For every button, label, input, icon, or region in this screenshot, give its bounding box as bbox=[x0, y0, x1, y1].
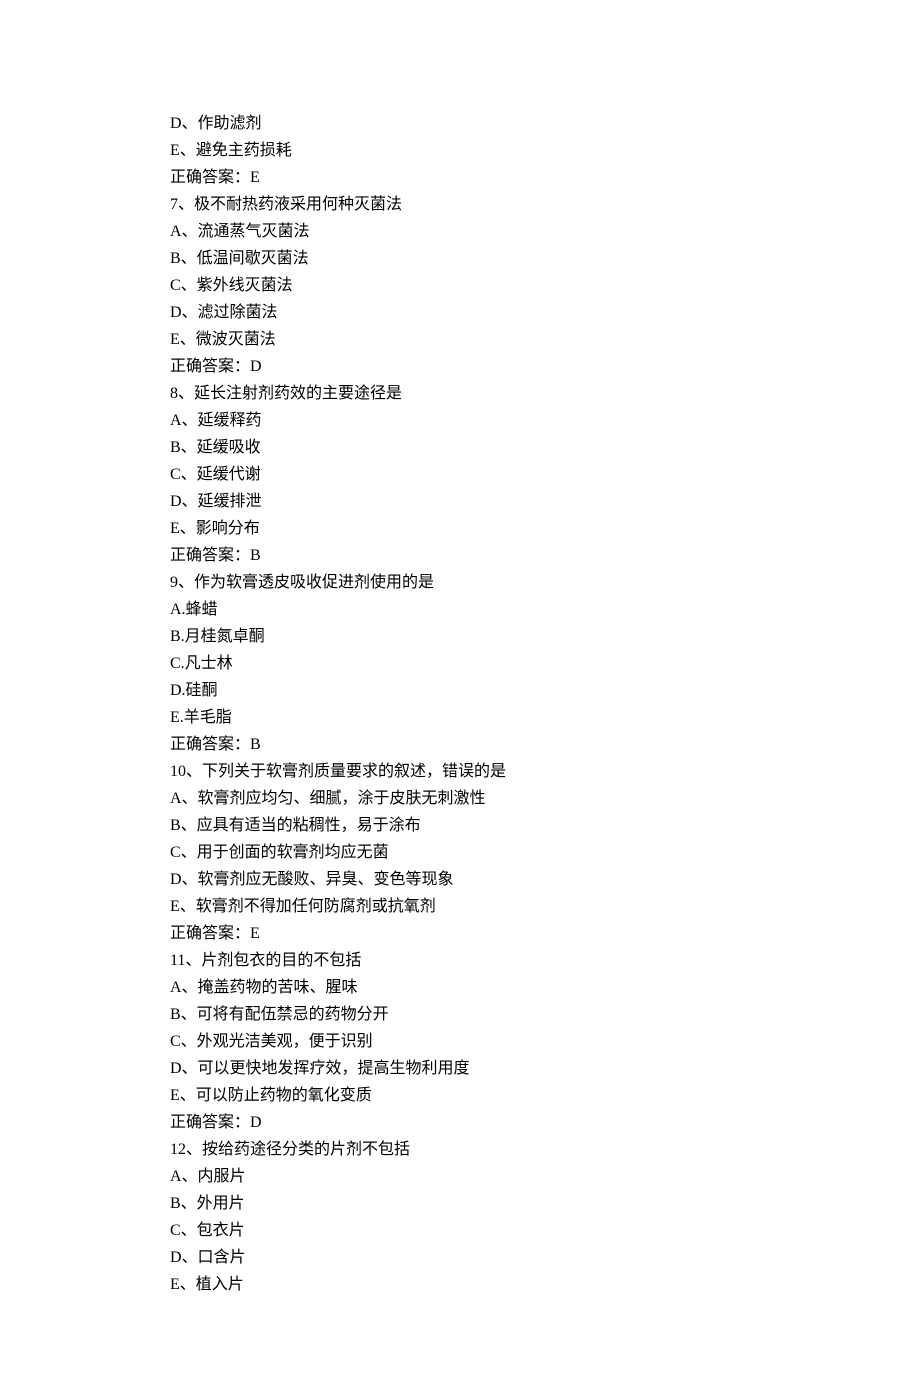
text-line: A、掩盖药物的苦味、腥味 bbox=[170, 974, 920, 1001]
text-line: B、应具有适当的粘稠性，易于涂布 bbox=[170, 812, 920, 839]
text-line: B、延缓吸收 bbox=[170, 434, 920, 461]
document-page: D、作助滤剂 E、避免主药损耗 正确答案：E 7、极不耐热药液采用何种灭菌法 A… bbox=[0, 0, 920, 1378]
text-line: A、软膏剂应均匀、细腻，涂于皮肤无刺激性 bbox=[170, 785, 920, 812]
text-line: C、用于创面的软膏剂均应无菌 bbox=[170, 839, 920, 866]
text-line: D、延缓排泄 bbox=[170, 488, 920, 515]
text-line: 11、片剂包衣的目的不包括 bbox=[170, 947, 920, 974]
text-line: B.月桂氮卓酮 bbox=[170, 623, 920, 650]
text-line: 正确答案：E bbox=[170, 164, 920, 191]
text-line: 正确答案：D bbox=[170, 353, 920, 380]
text-line: E、软膏剂不得加任何防腐剂或抗氧剂 bbox=[170, 893, 920, 920]
text-line: B、低温间歇灭菌法 bbox=[170, 245, 920, 272]
text-line: E、微波灭菌法 bbox=[170, 326, 920, 353]
text-line: D、软膏剂应无酸败、异臭、变色等现象 bbox=[170, 866, 920, 893]
text-line: A.蜂蜡 bbox=[170, 596, 920, 623]
text-line: E、影响分布 bbox=[170, 515, 920, 542]
text-line: B、可将有配伍禁忌的药物分开 bbox=[170, 1001, 920, 1028]
text-line: E、植入片 bbox=[170, 1271, 920, 1298]
text-line: D、作助滤剂 bbox=[170, 110, 920, 137]
text-line: D.硅酮 bbox=[170, 677, 920, 704]
text-line: C、紫外线灭菌法 bbox=[170, 272, 920, 299]
text-line: A、延缓释药 bbox=[170, 407, 920, 434]
text-line: 正确答案：D bbox=[170, 1109, 920, 1136]
text-line: 7、极不耐热药液采用何种灭菌法 bbox=[170, 191, 920, 218]
text-line: B、外用片 bbox=[170, 1190, 920, 1217]
text-line: D、口含片 bbox=[170, 1244, 920, 1271]
text-line: 正确答案：B bbox=[170, 731, 920, 758]
text-line: C、包衣片 bbox=[170, 1217, 920, 1244]
text-line: E、可以防止药物的氧化变质 bbox=[170, 1082, 920, 1109]
text-line: 12、按给药途径分类的片剂不包括 bbox=[170, 1136, 920, 1163]
text-line: E.羊毛脂 bbox=[170, 704, 920, 731]
text-line: E、避免主药损耗 bbox=[170, 137, 920, 164]
text-line: 正确答案：E bbox=[170, 920, 920, 947]
text-line: 正确答案：B bbox=[170, 542, 920, 569]
text-line: 10、下列关于软膏剂质量要求的叙述，错误的是 bbox=[170, 758, 920, 785]
text-line: C、延缓代谢 bbox=[170, 461, 920, 488]
text-line: 9、作为软膏透皮吸收促进剂使用的是 bbox=[170, 569, 920, 596]
text-line: A、流通蒸气灭菌法 bbox=[170, 218, 920, 245]
text-line: 8、延长注射剂药效的主要途径是 bbox=[170, 380, 920, 407]
text-line: D、可以更快地发挥疗效，提高生物利用度 bbox=[170, 1055, 920, 1082]
text-line: A、内服片 bbox=[170, 1163, 920, 1190]
text-line: C、外观光洁美观，便于识别 bbox=[170, 1028, 920, 1055]
text-line: D、滤过除菌法 bbox=[170, 299, 920, 326]
text-line: C.凡士林 bbox=[170, 650, 920, 677]
